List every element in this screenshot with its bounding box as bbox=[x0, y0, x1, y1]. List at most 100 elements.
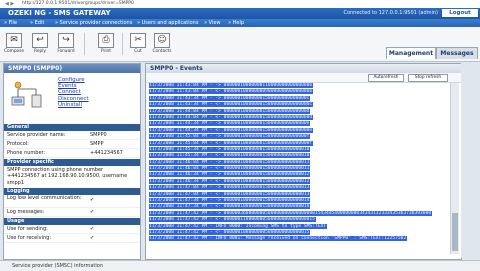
contacts-icon: ☺ bbox=[154, 33, 170, 48]
section-general: General bbox=[4, 124, 140, 131]
event-log-text: 11/3/2008 11:46:04 PM - -> 0000001000000… bbox=[149, 159, 311, 165]
connection-links: Configure Events Connect Disconnect Unin… bbox=[58, 77, 89, 108]
event-log-text: 11/3/2008 11:43:34 PM - <- 0000001080000… bbox=[149, 102, 314, 108]
info-value: SMPP bbox=[90, 141, 104, 147]
event-log-text: 11/3/2008 11:47:42 PM - INFO 8001: Messa… bbox=[149, 236, 408, 242]
event-log-text: 11/3/2008 11:47:42 PM - <- 0000001080000… bbox=[149, 229, 311, 235]
contacts-label: Contacts bbox=[152, 49, 172, 54]
event-log-scrollbar[interactable] bbox=[450, 83, 459, 254]
scissors-icon: ✂ bbox=[130, 33, 146, 48]
scrollbar-thumb[interactable] bbox=[452, 213, 458, 251]
link-uninstall[interactable]: Uninstall bbox=[58, 102, 89, 108]
event-log-text: 11/3/2008 11:47:42 PM - -> 0000003b00000… bbox=[149, 210, 433, 216]
event-log-text: 11/3/2008 11:45:04 PM - -> 0000001000000… bbox=[149, 134, 311, 140]
event-log-text: 11/3/2008 11:47:04 PM - <- 0000001080000… bbox=[149, 191, 311, 197]
info-row: Log messages: ✔ bbox=[4, 208, 140, 217]
tab-management[interactable]: Management bbox=[386, 47, 436, 59]
event-log-text: 11/3/2008 11:43:04 PM - <- 0000001000000… bbox=[149, 89, 314, 95]
nav-arrows-icon[interactable]: ◀ ▶ bbox=[5, 1, 17, 7]
url-text[interactable]: http://127.0.0.1:9501/drivergroups/drive… bbox=[22, 1, 134, 6]
info-row: Protocol: SMPP bbox=[4, 140, 140, 149]
link-disconnect[interactable]: Disconnect bbox=[58, 96, 89, 102]
info-label: Use for sending: bbox=[7, 225, 48, 232]
event-log-text: 11/3/2008 11:44:04 PM - <- 0000001080000… bbox=[149, 114, 314, 120]
cut-button[interactable]: ✂ Cut bbox=[128, 33, 148, 57]
print-label: Print bbox=[101, 49, 111, 54]
event-log-text: 11/3/2008 11:45:34 PM - -> 0000001000000… bbox=[149, 146, 311, 152]
event-log-text: 11/3/2008 11:47:34 PM - <- 0000001080000… bbox=[149, 204, 311, 210]
info-row: Phone number: +441234567 bbox=[4, 149, 140, 158]
tab-messages[interactable]: Messages bbox=[436, 47, 478, 59]
event-log-text: 11/3/2008 11:47:34 PM - -> 0000001000000… bbox=[149, 198, 311, 204]
event-log-text: 11/3/2008 11:44:34 PM - -> 0000001000000… bbox=[149, 121, 311, 127]
info-row: Service provider name: SMPP0 bbox=[4, 131, 140, 140]
event-log-text: 11/3/2008 11:45:34 PM - <- 0000001080000… bbox=[149, 153, 311, 159]
compose-button[interactable]: ✉ Compose bbox=[4, 33, 24, 57]
info-label: Protocol: bbox=[7, 141, 29, 147]
check-icon: ✔ bbox=[90, 234, 95, 241]
events-toolbar: Autorefresh Stop refresh bbox=[146, 73, 461, 83]
menu-service-provider-connections[interactable]: » Service provider connections bbox=[55, 20, 132, 26]
info-row: Log low level communication: ✔ bbox=[4, 195, 140, 208]
events-title: SMPP0 - Events bbox=[146, 64, 461, 73]
toolbar-divider bbox=[84, 33, 85, 55]
event-log[interactable]: 11/3/2008 11:43:04 PM - -> 0000001000000… bbox=[149, 83, 445, 254]
info-value: +441234567 bbox=[90, 150, 123, 156]
section-usage: Usage bbox=[4, 217, 140, 225]
autorefresh-button[interactable]: Autorefresh bbox=[368, 74, 404, 82]
connection-summary: Configure Events Connect Disconnect Unin… bbox=[4, 73, 140, 123]
provider-description: SMPP connection using phone number +4412… bbox=[7, 167, 128, 186]
event-log-line: 11/3/2008 11:47:42 PM - INFO 8001: Messa… bbox=[149, 236, 445, 242]
event-log-text: 11/3/2008 11:43:04 PM - -> 0000001000000… bbox=[149, 83, 314, 88]
info-value: SMPP0 bbox=[90, 132, 107, 138]
print-icon: ⎙ bbox=[98, 33, 114, 48]
menu-view[interactable]: » View bbox=[204, 20, 221, 26]
check-icon: ✔ bbox=[90, 196, 95, 203]
menu-users-and-applications[interactable]: » Users and applications bbox=[137, 20, 198, 26]
check-icon: ✔ bbox=[90, 208, 95, 215]
info-label: Log messages: bbox=[7, 208, 45, 215]
stop-refresh-button[interactable]: Stop refresh bbox=[408, 74, 448, 82]
event-log-text: 11/3/2008 11:47:42 PM - <- 0000001180000… bbox=[149, 217, 316, 223]
reply-button[interactable]: ↩ Reply bbox=[30, 33, 50, 57]
panel-title: SMPP0 (SMPP0) bbox=[4, 64, 140, 73]
event-log-text: 11/3/2008 11:46:34 PM - <- 0000001080000… bbox=[149, 178, 311, 184]
info-row: Use for sending: ✔ bbox=[4, 225, 140, 234]
check-icon: ✔ bbox=[90, 225, 95, 232]
info-label: Use for receiving: bbox=[7, 234, 52, 241]
print-button[interactable]: ⎙ Print bbox=[96, 33, 116, 57]
menu-help[interactable]: » Help bbox=[228, 20, 244, 26]
info-row: Use for receiving: ✔ bbox=[4, 234, 140, 243]
menu-file[interactable]: » File bbox=[4, 20, 17, 26]
connection-info-panel: SMPP0 (SMPP0) Configure Events Connect D… bbox=[3, 63, 141, 260]
reply-label: Reply bbox=[34, 49, 46, 54]
event-log-text: 11/3/2008 11:47:04 PM - -> 0000001000000… bbox=[149, 185, 311, 191]
reply-icon: ↩ bbox=[32, 33, 48, 48]
event-log-text: 11/3/2008 11:46:04 PM - <- 0000001080000… bbox=[149, 166, 311, 172]
app-title-bar: OZEKI NG - SMS GATEWAY Connected to 127.… bbox=[0, 8, 480, 19]
connection-status: Connected to 127.0.0.1:9501 (admin) bbox=[343, 10, 438, 16]
event-log-text: 11/3/2008 11:44:34 PM - <- 0000001080000… bbox=[149, 127, 314, 133]
cut-label: Cut bbox=[134, 49, 142, 54]
forward-label: Forward bbox=[57, 49, 75, 54]
info-label: Phone number: bbox=[7, 150, 46, 156]
section-logging: Logging bbox=[4, 187, 140, 195]
info-label: Log low level communication: bbox=[7, 194, 82, 201]
status-bar: Service provider (SMSC) information bbox=[0, 260, 480, 271]
forward-icon: ↪ bbox=[58, 33, 74, 48]
section-provider-specific: Provider specific bbox=[4, 159, 140, 166]
menu-edit[interactable]: » Edit bbox=[30, 20, 44, 26]
contacts-button[interactable]: ☺ Contacts bbox=[152, 33, 172, 57]
compose-icon: ✉ bbox=[6, 33, 22, 48]
info-label: Service provider name: bbox=[7, 132, 66, 138]
status-text: Service provider (SMSC) information bbox=[12, 263, 103, 269]
event-log-text: 11/3/2008 11:43:34 PM - -> 0000001000000… bbox=[149, 95, 311, 101]
event-log-text: 11/3/2008 11:47:42 PM - INFO 8000: Incom… bbox=[149, 223, 328, 229]
network-connection-icon bbox=[11, 81, 42, 108]
event-log-text: 11/3/2008 11:46:34 PM - -> 0000001000000… bbox=[149, 172, 311, 178]
compose-label: Compose bbox=[4, 49, 25, 54]
logout-button[interactable]: Logout bbox=[442, 9, 478, 17]
forward-button[interactable]: ↪ Forward bbox=[56, 33, 76, 57]
right-gutter bbox=[461, 63, 477, 258]
menu-bar: » File » Edit » Service provider connect… bbox=[0, 19, 480, 27]
